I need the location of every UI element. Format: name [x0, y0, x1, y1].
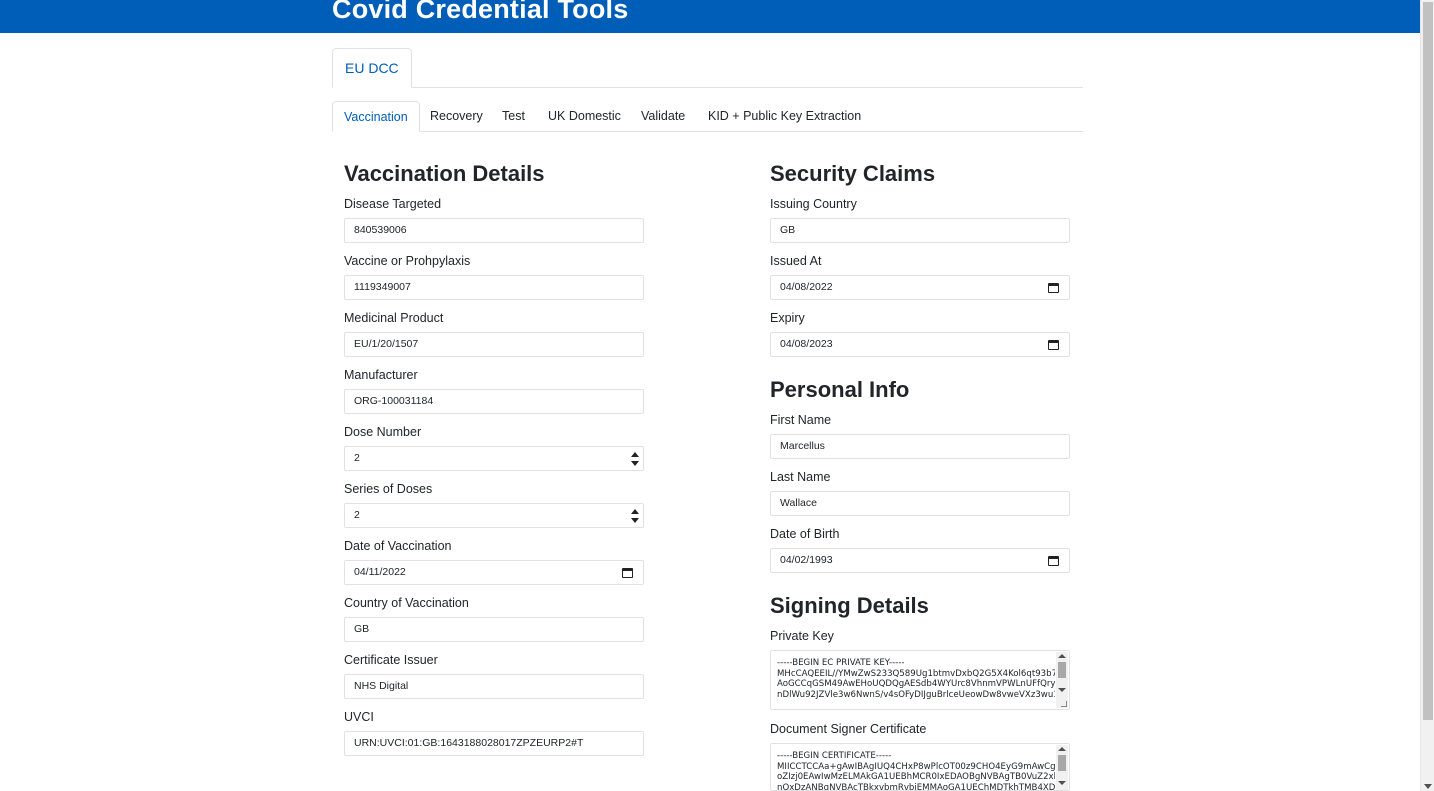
tab-vaccination[interactable]: Vaccination	[332, 101, 420, 132]
series-of-doses-label: Series of Doses	[344, 482, 433, 496]
page-scrollbar-thumb[interactable]	[1423, 2, 1433, 720]
personal-info-heading: Personal Info	[770, 377, 910, 402]
date-of-birth-input[interactable]: 04/02/1993	[770, 548, 1070, 573]
uvci-input[interactable]: URN:UVCI:01:GB:1643188028017ZPZEURP2#T	[344, 731, 644, 756]
series-of-doses-value: 2	[354, 509, 360, 521]
calendar-icon[interactable]	[1048, 283, 1059, 293]
vaccine-input[interactable]: 1119349007	[344, 275, 644, 300]
dose-number-input[interactable]: 2	[344, 446, 644, 471]
certificate-scrollbar[interactable]	[1056, 745, 1068, 790]
private-key-text: -----BEGIN EC PRIVATE KEY----- MHcCAQEEI…	[777, 658, 1055, 700]
secondary-tabs: Vaccination Recovery Test UK Domestic Va…	[332, 101, 1083, 132]
date-of-vaccination-label: Date of Vaccination	[344, 539, 452, 553]
country-of-vaccination-input[interactable]: GB	[344, 617, 644, 642]
first-name-input[interactable]: Marcellus	[770, 434, 1070, 459]
vaccine-label: Vaccine or Prohpylaxis	[344, 254, 471, 268]
scroll-down-icon[interactable]	[1424, 784, 1432, 789]
document-signer-certificate-label: Document Signer Certificate	[770, 722, 927, 736]
security-claims-heading: Security Claims	[770, 161, 936, 186]
issued-at-input[interactable]: 04/08/2022	[770, 275, 1070, 300]
series-of-doses-stepper-icon[interactable]	[631, 507, 639, 524]
document-signer-certificate-text: -----BEGIN CERTIFICATE----- MIICCTCCAa+g…	[777, 751, 1055, 791]
disease-targeted-label: Disease Targeted	[344, 197, 442, 211]
last-name-input[interactable]: Wallace	[770, 491, 1070, 516]
page-scrollbar[interactable]	[1420, 0, 1434, 791]
calendar-icon[interactable]	[1048, 340, 1059, 350]
tab-eu-dcc[interactable]: EU DCC	[332, 48, 412, 88]
dose-number-value: 2	[354, 452, 360, 464]
manufacturer-label: Manufacturer	[344, 368, 418, 382]
expiry-input[interactable]: 04/08/2023	[770, 332, 1070, 357]
primary-tabs: EU DCC	[332, 48, 1083, 88]
calendar-icon[interactable]	[622, 568, 633, 578]
tab-validate[interactable]: Validate	[641, 101, 685, 132]
date-of-vaccination-input[interactable]: 04/11/2022	[344, 560, 644, 585]
issued-at-value: 04/08/2022	[780, 281, 833, 293]
document-signer-certificate-textarea[interactable]: -----BEGIN CERTIFICATE----- MIICCTCCAa+g…	[770, 743, 1070, 791]
private-key-label: Private Key	[770, 629, 834, 643]
country-of-vaccination-label: Country of Vaccination	[344, 596, 469, 610]
last-name-label: Last Name	[770, 470, 831, 484]
manufacturer-input[interactable]: ORG-100031184	[344, 389, 644, 414]
issued-at-label: Issued At	[770, 254, 822, 268]
certificate-issuer-input[interactable]: NHS Digital	[344, 674, 644, 699]
vaccination-details-heading: Vaccination Details	[344, 161, 545, 186]
disease-targeted-input[interactable]: 840539006	[344, 218, 644, 243]
uvci-label: UVCI	[344, 710, 374, 724]
tab-test[interactable]: Test	[502, 101, 525, 132]
date-of-vaccination-value: 04/11/2022	[354, 566, 406, 578]
medicinal-product-input[interactable]: EU/1/20/1507	[344, 332, 644, 357]
issuing-country-label: Issuing Country	[770, 197, 857, 211]
expiry-label: Expiry	[770, 311, 805, 325]
signing-details-heading: Signing Details	[770, 593, 929, 618]
date-of-birth-value: 04/02/1993	[780, 554, 833, 566]
tab-uk-domestic[interactable]: UK Domestic	[548, 101, 621, 132]
certificate-issuer-label: Certificate Issuer	[344, 653, 438, 667]
private-key-textarea[interactable]: -----BEGIN EC PRIVATE KEY----- MHcCAQEEI…	[770, 650, 1070, 710]
tab-kid-public-key[interactable]: KID + Public Key Extraction	[708, 101, 861, 132]
app-title: Covid Credential Tools	[332, 0, 629, 24]
dose-number-label: Dose Number	[344, 425, 422, 439]
expiry-value: 04/08/2023	[780, 338, 833, 350]
first-name-label: First Name	[770, 413, 832, 427]
private-key-scrollbar[interactable]	[1056, 652, 1068, 708]
tab-recovery[interactable]: Recovery	[430, 101, 483, 132]
app-header: Covid Credential Tools	[0, 0, 1420, 33]
medicinal-product-label: Medicinal Product	[344, 311, 444, 325]
resize-handle-icon[interactable]	[1061, 701, 1067, 707]
dose-number-stepper-icon[interactable]	[631, 450, 639, 467]
date-of-birth-label: Date of Birth	[770, 527, 840, 541]
series-of-doses-input[interactable]: 2	[344, 503, 644, 528]
issuing-country-input[interactable]: GB	[770, 218, 1070, 243]
calendar-icon[interactable]	[1048, 556, 1059, 566]
